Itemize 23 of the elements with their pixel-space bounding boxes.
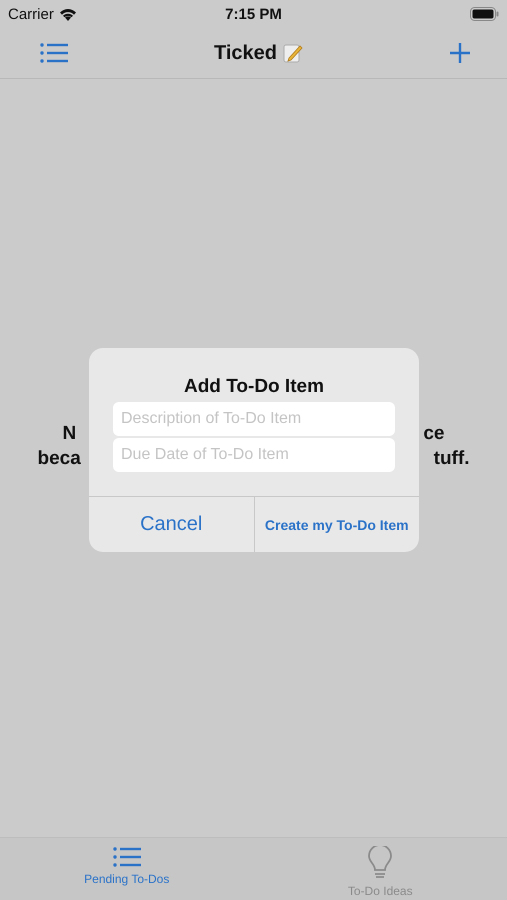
message-text: ce	[423, 422, 444, 446]
create-button[interactable]: Create my To-Do Item	[254, 497, 419, 552]
memo-pencil-icon	[283, 43, 303, 63]
plus-icon	[449, 42, 471, 64]
message-text: beca	[38, 447, 81, 471]
add-button[interactable]	[449, 42, 471, 64]
battery-icon	[470, 7, 499, 21]
lightbulb-icon	[367, 846, 394, 880]
list-icon	[112, 846, 141, 868]
status-time: 7:15 PM	[225, 6, 282, 22]
wifi-icon	[58, 8, 77, 20]
carrier-label: Carrier	[8, 6, 54, 22]
nav-title: Ticked	[214, 42, 277, 64]
tab-bar-item[interactable]: Pending To-Dos	[0, 838, 254, 900]
list-icon	[40, 42, 68, 64]
dialog-title: Add To-Do Item	[182, 375, 325, 399]
text-field[interactable]: Description of To-Do Item	[113, 402, 395, 436]
text-field[interactable]: Due Date of To-Do Item	[113, 438, 395, 472]
menu-button[interactable]	[40, 42, 68, 64]
cancel-button[interactable]: Cancel	[89, 497, 254, 552]
message-text: tuff.	[434, 447, 470, 471]
tab-bar-item[interactable]: To-Do Ideas	[254, 838, 507, 900]
message-text: N	[62, 422, 76, 446]
